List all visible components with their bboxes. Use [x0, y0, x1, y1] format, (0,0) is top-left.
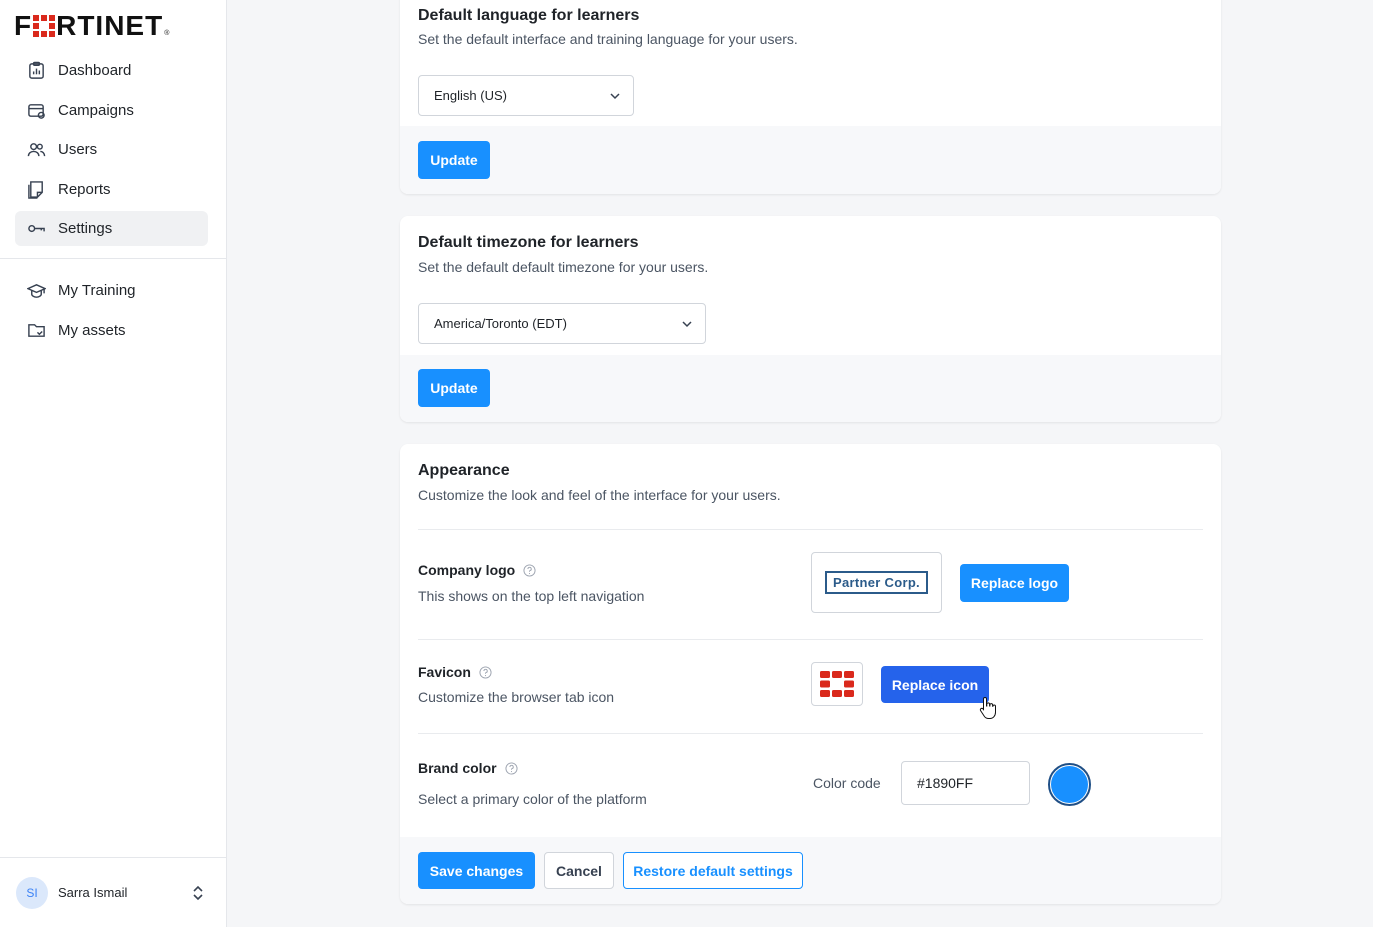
fortinet-logo[interactable]: F RTINET ® — [14, 10, 170, 41]
sidebar-item-users[interactable]: Users — [15, 132, 208, 167]
divider — [418, 639, 1203, 640]
restore-defaults-button[interactable]: Restore default settings — [623, 852, 803, 889]
sidebar-item-label: My Training — [58, 282, 136, 299]
logo-wordmark: F RTINET — [14, 10, 164, 41]
nav-divider — [0, 258, 226, 259]
card-footer — [400, 355, 1221, 422]
card-footer — [400, 126, 1221, 194]
card-title: Appearance — [418, 462, 510, 479]
sidebar-item-label: Settings — [58, 220, 113, 237]
sidebar-item-label: My assets — [58, 321, 126, 339]
sidebar-item-my-training[interactable]: My Training — [15, 273, 208, 308]
divider — [418, 529, 1203, 530]
sidebar-item-label: Campaigns — [58, 101, 134, 119]
user-name: Sarra Ismail — [58, 885, 128, 900]
favicon-description: Customize the browser tab icon — [418, 689, 615, 705]
chevron-down-icon — [682, 321, 692, 328]
primary-nav: Dashboard Campaigns Users Reports Settin… — [15, 53, 208, 251]
campaigns-icon — [26, 100, 46, 120]
fortinet-favicon-icon — [820, 671, 854, 697]
secondary-nav: My Training My assets — [15, 273, 208, 352]
card-title: Default language for learners — [418, 7, 640, 24]
color-swatch-fill — [1051, 766, 1088, 803]
favicon-preview — [811, 662, 863, 706]
help-circle-icon[interactable] — [505, 761, 518, 775]
update-timezone-button[interactable]: Update — [418, 369, 490, 407]
replace-logo-button[interactable]: Replace logo — [960, 564, 1069, 602]
cancel-button[interactable]: Cancel — [544, 852, 614, 889]
card-title: Default timezone for learners — [418, 234, 639, 251]
help-circle-icon[interactable] — [479, 665, 492, 679]
users-icon — [26, 140, 46, 160]
update-language-button[interactable]: Update — [418, 141, 490, 179]
selected-value: America/Toronto (EDT) — [434, 316, 567, 331]
reports-icon — [26, 179, 46, 199]
partner-corp-logo: Partner Corp. — [825, 571, 928, 594]
sidebar-item-campaigns[interactable]: Campaigns — [15, 93, 208, 128]
selected-value: English (US) — [434, 88, 507, 103]
appearance-settings-card: Appearance Customize the look and feel o… — [400, 444, 1221, 904]
divider — [418, 733, 1203, 734]
help-circle-icon[interactable] — [523, 563, 536, 577]
avatar: SI — [16, 876, 48, 909]
sidebar: F RTINET ® Dashboard Campaigns Users Rep… — [0, 0, 227, 927]
brand-color-description: Select a primary color of the platform — [418, 791, 647, 807]
sidebar-item-my-assets[interactable]: My assets — [15, 313, 208, 348]
replace-icon-button[interactable]: Replace icon — [881, 666, 989, 703]
sidebar-item-settings[interactable]: Settings — [15, 211, 208, 246]
registered-mark: ® — [164, 30, 170, 37]
hand-pointer-cursor-icon — [979, 696, 996, 719]
logo-o-grid-icon — [33, 15, 56, 37]
brand-color-label: Brand color — [418, 760, 518, 776]
chevron-up-down-icon[interactable] — [190, 884, 206, 902]
dashboard-icon — [26, 61, 46, 81]
company-logo-preview: Partner Corp. — [811, 552, 942, 613]
card-subtitle: Set the default default timezone for you… — [418, 259, 709, 275]
timezone-settings-card: Default timezone for learners Set the de… — [400, 216, 1221, 422]
sidebar-item-label: Users — [58, 141, 98, 158]
color-swatch-picker[interactable] — [1048, 763, 1091, 806]
color-code-input[interactable]: #1890FF — [901, 761, 1030, 805]
sidebar-item-reports[interactable]: Reports — [15, 172, 208, 207]
language-select[interactable]: English (US) — [418, 75, 634, 116]
sidebar-item-label: Reports — [58, 180, 111, 198]
timezone-select[interactable]: America/Toronto (EDT) — [418, 303, 706, 344]
settings-key-icon — [26, 219, 46, 239]
favicon-label: Favicon — [418, 664, 492, 680]
sidebar-item-label: Dashboard — [58, 62, 132, 79]
folder-icon — [26, 320, 46, 340]
company-logo-description: This shows on the top left navigation — [418, 588, 645, 604]
card-subtitle: Customize the look and feel of the inter… — [418, 487, 781, 503]
color-code-label: Color code — [813, 775, 881, 791]
user-menu[interactable]: SI Sarra Ismail — [0, 857, 226, 927]
sidebar-item-dashboard[interactable]: Dashboard — [15, 53, 208, 88]
graduation-cap-icon — [26, 281, 46, 301]
language-settings-card: Default language for learners Set the de… — [400, 0, 1221, 194]
chevron-down-icon — [610, 93, 620, 100]
save-changes-button[interactable]: Save changes — [418, 852, 535, 889]
card-subtitle: Set the default interface and training l… — [418, 31, 798, 47]
company-logo-label: Company logo — [418, 562, 536, 578]
